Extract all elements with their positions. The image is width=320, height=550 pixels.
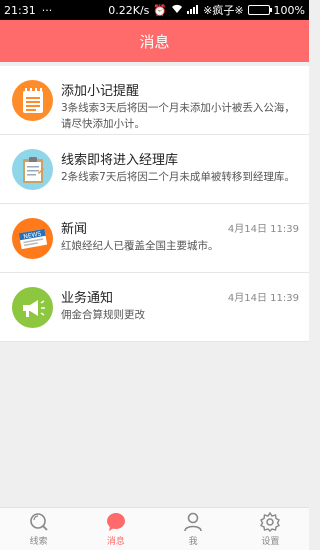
gear-icon <box>260 511 281 532</box>
tab-label: 我 <box>188 536 198 547</box>
message-desc: 佣金合算规则更改 <box>61 309 145 321</box>
list-item[interactable]: NEWS 新闻 4月14日 11:39 红娘经纪人已覆盖全国主要城市。 <box>0 204 309 273</box>
alarm-icon: ⏰ <box>153 3 168 17</box>
message-title: 添加小记提醒 <box>61 84 140 99</box>
signal-icon <box>187 4 199 17</box>
network-speed: 0.22K/s <box>108 3 150 17</box>
message-desc: 2条线索7天后将因二个月未成单被转移到经理库。 <box>61 171 295 183</box>
status-bar: 21:31 ··· 0.22K/s ⏰ ※疯子※ 100% <box>0 0 309 20</box>
message-time: 4月14日 11:39 <box>227 224 299 235</box>
tab-me[interactable]: 我 <box>155 508 232 550</box>
battery-percent: 100% <box>273 3 305 17</box>
tab-label: 消息 <box>106 536 125 547</box>
more-dots-icon: ··· <box>41 3 53 17</box>
page-title: 消息 <box>139 32 170 51</box>
notepad-icon <box>12 80 53 121</box>
carrier-name: ※疯子※ <box>203 4 244 17</box>
tab-bar: 线索 消息 我 设置 <box>0 507 309 550</box>
list-item[interactable]: 添加小记提醒 3条线索3天后将因一个月未添加小计被丢入公海，请尽快添加小计。 <box>0 66 309 135</box>
tab-settings[interactable]: 设置 <box>232 508 309 550</box>
person-icon <box>184 512 202 531</box>
megaphone-icon <box>12 287 53 328</box>
message-time: 4月14日 11:39 <box>227 293 299 304</box>
news-icon: NEWS <box>12 218 53 259</box>
search-icon <box>29 512 48 531</box>
chat-bubble-icon <box>106 512 125 531</box>
message-title: 业务通知 <box>61 291 114 306</box>
list-item[interactable]: 业务通知 4月14日 11:39 佣金合算规则更改 <box>0 273 309 342</box>
message-title: 线索即将进入经理库 <box>61 153 179 168</box>
clipboard-icon <box>12 149 53 190</box>
tab-messages[interactable]: 消息 <box>77 508 154 550</box>
status-time: 21:31 <box>4 3 36 17</box>
message-desc: 3条线索3天后将因一个月未添加小计被丢入公海，请尽快添加小计。 <box>61 102 295 130</box>
list-item[interactable]: 线索即将进入经理库 2条线索7天后将因二个月未成单被转移到经理库。 <box>0 135 309 204</box>
tab-label: 线索 <box>29 536 48 547</box>
tab-label: 设置 <box>261 536 280 547</box>
message-title: 新闻 <box>61 222 88 237</box>
message-list: 添加小记提醒 3条线索3天后将因一个月未添加小计被丢入公海，请尽快添加小计。 线… <box>0 66 309 342</box>
message-desc: 红娘经纪人已覆盖全国主要城市。 <box>61 240 219 252</box>
battery-icon <box>247 5 272 15</box>
header-bar: 消息 <box>0 20 309 62</box>
tab-leads[interactable]: 线索 <box>0 508 77 550</box>
wifi-icon <box>171 4 183 17</box>
